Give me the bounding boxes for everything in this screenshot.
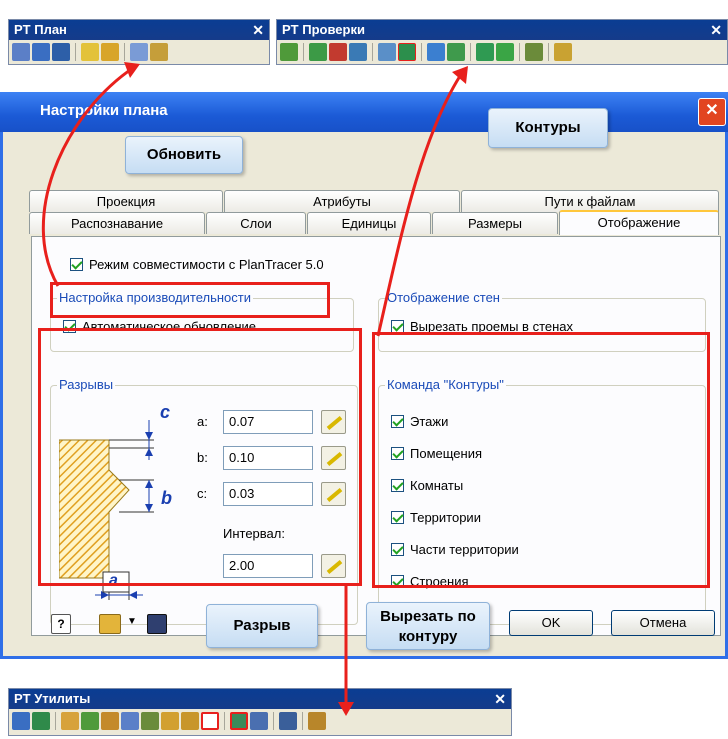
close-icon[interactable]: ✕ (252, 20, 264, 40)
tab-layers[interactable]: Слои (206, 212, 306, 234)
toolbar-separator (75, 43, 76, 61)
select-arrow-icon[interactable] (12, 43, 30, 61)
callout-cut-by-contour: Вырезать по контуру (366, 602, 490, 650)
check-level-icon[interactable] (476, 43, 494, 61)
check-marks-icon[interactable] (427, 43, 445, 61)
corner-icon[interactable] (141, 712, 159, 730)
tab-units[interactable]: Единицы (307, 212, 431, 234)
pencil-icon[interactable] (101, 712, 119, 730)
tab-display[interactable]: Отображение (559, 210, 719, 235)
highlight-gaps-group (38, 328, 362, 586)
toolbar-pt-plan-title[interactable]: PT План ✕ (9, 20, 269, 40)
hatch-icon[interactable] (161, 712, 179, 730)
cut-by-contour-icon[interactable] (230, 712, 248, 730)
document-icon[interactable] (32, 43, 50, 61)
table-icon[interactable] (52, 43, 70, 61)
dropdown-arrow-icon[interactable]: ▼ (127, 616, 137, 627)
check-grid-icon[interactable] (349, 43, 367, 61)
close-icon[interactable]: ✕ (698, 98, 726, 126)
toolbar-separator (519, 43, 520, 61)
toolbar-separator (470, 43, 471, 61)
close-icon[interactable]: ✕ (494, 689, 506, 709)
plan-settings-icon[interactable] (101, 43, 119, 61)
toolbar-separator (124, 43, 125, 61)
toolbar-separator (302, 712, 303, 730)
toolbar-separator (55, 712, 56, 730)
callout-cut-by-contour-text: Вырезать по контуру (380, 608, 476, 645)
tab-projection[interactable]: Проекция (29, 190, 223, 212)
dialog-title: Настройки плана (40, 102, 168, 119)
toolbar-separator (273, 712, 274, 730)
line-tool-icon[interactable] (61, 712, 79, 730)
check-rooms-icon[interactable] (309, 43, 327, 61)
dialog-title-bar[interactable]: Настройки плана ✕ (0, 92, 728, 132)
toolbar-separator (224, 712, 225, 730)
check-icon[interactable] (280, 43, 298, 61)
tab-file-paths[interactable]: Пути к файлам (461, 190, 719, 212)
highlight-auto-update (50, 282, 330, 318)
list-2-icon[interactable] (32, 712, 50, 730)
line-tool-2-icon[interactable] (81, 712, 99, 730)
cancel-button[interactable]: Отмена (611, 610, 715, 636)
tab-dimensions[interactable]: Размеры (432, 212, 558, 234)
help-icon[interactable]: ? (51, 614, 71, 634)
wall-icon[interactable] (181, 712, 199, 730)
callout-gap-text: Разрыв (233, 617, 291, 634)
edit-icon[interactable] (121, 712, 139, 730)
check-report-icon[interactable] (525, 43, 543, 61)
highlight-contours-group (372, 332, 710, 588)
toolbar-separator (548, 43, 549, 61)
toolbar-pt-checks-title[interactable]: PT Проверки ✕ (277, 20, 727, 40)
callout-gap: Разрыв (206, 604, 318, 648)
compat-mode-label: Режим совместимости с PlanTracer 5.0 (89, 257, 324, 272)
toolbar-pt-utils-title[interactable]: PT Утилиты ✕ (9, 689, 511, 709)
tab-attributes[interactable]: Атрибуты (224, 190, 460, 212)
close-icon[interactable]: ✕ (710, 20, 722, 40)
toolbar-pt-plan-buttons (9, 40, 269, 64)
toolbar-pt-utils-buttons (9, 709, 511, 733)
toolbar-pt-utils-title-text: PT Утилиты (14, 691, 91, 706)
compat-mode-checkbox[interactable]: Режим совместимости с PlanTracer 5.0 (70, 257, 324, 272)
toolbar-pt-utils: PT Утилиты ✕ (8, 688, 512, 736)
toolbar-pt-checks-buttons (277, 40, 727, 64)
checkbox-box[interactable] (70, 258, 83, 271)
cut-tool-icon[interactable] (250, 712, 268, 730)
toolbar-pt-checks: PT Проверки ✕ (276, 19, 728, 65)
toolbar-separator (421, 43, 422, 61)
callout-update-text: Обновить (146, 146, 222, 163)
check-export-icon[interactable] (554, 43, 572, 61)
toolbar-pt-plan: PT План ✕ (8, 19, 270, 65)
gap-break-icon[interactable] (201, 712, 219, 730)
select-tool-icon[interactable] (130, 43, 148, 61)
building-icon[interactable] (279, 712, 297, 730)
callout-update: Обновить (125, 136, 243, 174)
save-icon[interactable] (147, 614, 167, 634)
update-icon[interactable] (81, 43, 99, 61)
check-level-2-icon[interactable] (496, 43, 514, 61)
check-dimensions-icon[interactable] (447, 43, 465, 61)
select-tool-2-icon[interactable] (150, 43, 168, 61)
tab-recognition[interactable]: Распознавание (29, 212, 205, 234)
check-areas-icon[interactable] (329, 43, 347, 61)
toolbar-pt-checks-title-text: PT Проверки (282, 22, 365, 37)
walls-group-label: Отображение стен (385, 290, 502, 305)
callout-contours: Контуры (488, 108, 608, 148)
callout-contours-text: Контуры (515, 119, 581, 136)
check-floor-icon[interactable] (378, 43, 396, 61)
toolbar-separator (303, 43, 304, 61)
toolbar-pt-plan-title-text: PT План (14, 22, 67, 37)
list-icon[interactable] (12, 712, 30, 730)
contours-icon[interactable] (398, 43, 416, 61)
open-file-icon[interactable] (99, 614, 121, 634)
archive-icon[interactable] (308, 712, 326, 730)
toolbar-separator (372, 43, 373, 61)
ok-button[interactable]: OK (509, 610, 593, 636)
